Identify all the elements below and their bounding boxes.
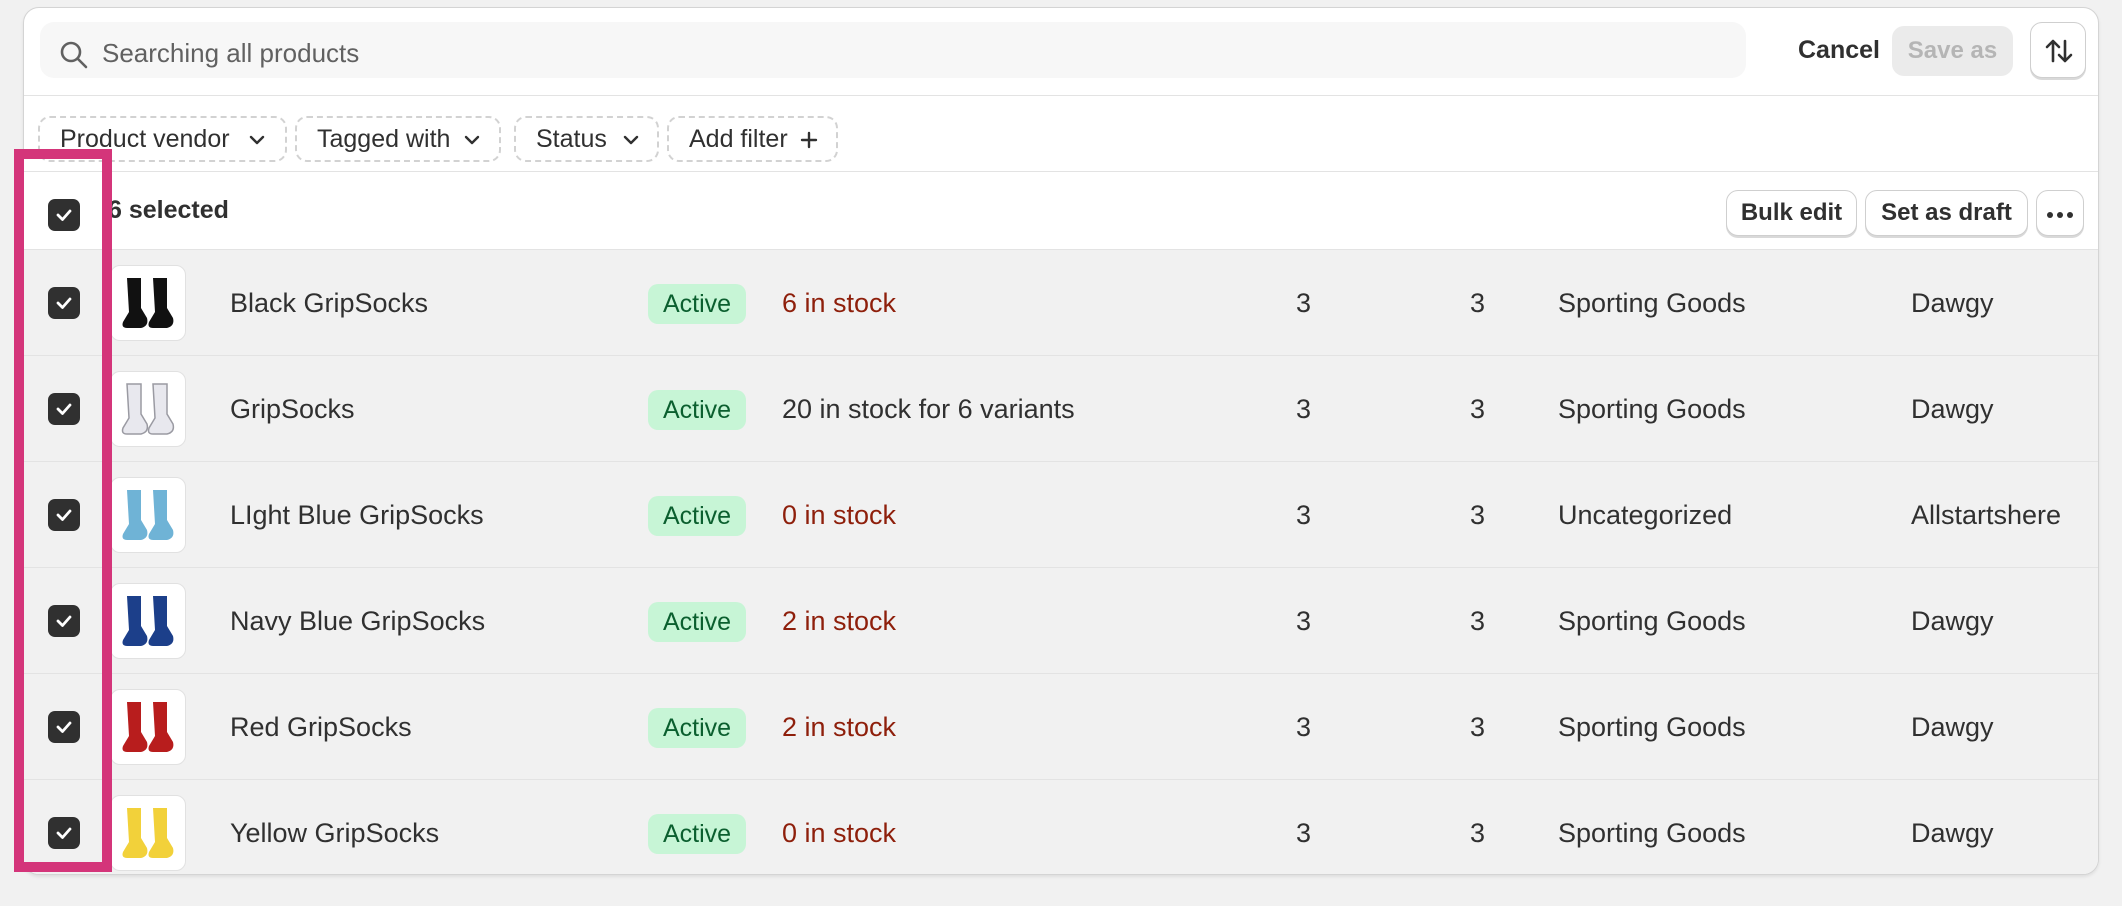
product-name[interactable]: Yellow GripSocks (230, 818, 439, 849)
products-card: Searching all products Cancel Save as Pr… (23, 7, 2099, 875)
product-thumbnail[interactable] (110, 265, 186, 341)
sock-image-icon (122, 808, 174, 858)
status-badge: Active (648, 390, 747, 430)
sales-channels-count: 3 (1296, 818, 1312, 848)
selected-count: 6 selected (108, 196, 229, 224)
table-row[interactable]: LIght Blue GripSocks Active 0 in stock 3… (24, 462, 2098, 568)
category-text: Sporting Goods (1558, 394, 1746, 424)
filter-label: Tagged with (317, 125, 451, 153)
sales-channels-count: 3 (1296, 712, 1312, 742)
filter-label: Status (536, 125, 607, 153)
product-name[interactable]: GripSocks (230, 394, 355, 425)
sock-image-icon (122, 490, 174, 540)
chevron-down-icon (623, 135, 639, 145)
product-thumbnail[interactable] (110, 795, 186, 871)
status-badge: Active (648, 814, 747, 854)
markets-count: 3 (1470, 606, 1486, 636)
more-actions-button[interactable] (2036, 190, 2084, 236)
product-name[interactable]: Black GripSocks (230, 288, 428, 319)
product-thumbnail[interactable] (110, 689, 186, 765)
sock-image-icon (122, 702, 174, 752)
product-name[interactable]: Red GripSocks (230, 712, 412, 743)
search-input[interactable]: Searching all products (40, 22, 1746, 78)
inventory-text: 20 in stock for 6 variants (782, 394, 1075, 424)
cancel-button[interactable]: Cancel (1784, 24, 1894, 76)
vendor-text: Dawgy (1911, 818, 1994, 848)
search-icon (60, 41, 88, 69)
sock-image-icon (122, 278, 174, 328)
sock-image-icon (122, 596, 174, 646)
inventory-text: 6 in stock (782, 288, 897, 318)
table-row[interactable]: Yellow GripSocks Active 0 in stock 3 3 S… (24, 780, 2098, 874)
search-placeholder: Searching all products (102, 38, 360, 68)
filter-status[interactable]: Status (514, 116, 659, 162)
product-list: Black GripSocks Active 6 in stock 3 3 Sp… (24, 250, 2098, 874)
table-row[interactable]: Red GripSocks Active 2 in stock 3 3 Spor… (24, 674, 2098, 780)
product-thumbnail[interactable] (110, 583, 186, 659)
status-badge: Active (648, 708, 747, 748)
product-name[interactable]: Navy Blue GripSocks (230, 606, 485, 637)
filter-bar: Product vendor Tagged with Status Add fi… (24, 96, 2098, 172)
vendor-text: Dawgy (1911, 288, 1994, 318)
table-row[interactable]: Navy Blue GripSocks Active 2 in stock 3 … (24, 568, 2098, 674)
set-as-draft-button[interactable]: Set as draft (1865, 190, 2028, 236)
more-horizontal-icon (2047, 212, 2073, 218)
markets-count: 3 (1470, 818, 1486, 848)
status-badge: Active (648, 496, 747, 536)
category-text: Sporting Goods (1558, 712, 1746, 742)
vendor-text: Allstartshere (1911, 500, 2062, 530)
status-badge: Active (648, 284, 747, 324)
add-filter-button[interactable]: Add filter (667, 116, 838, 162)
filter-tagged-with[interactable]: Tagged with (295, 116, 501, 162)
inventory-text: 0 in stock (782, 818, 897, 848)
markets-count: 3 (1470, 288, 1486, 318)
markets-count: 3 (1470, 394, 1486, 424)
product-thumbnail[interactable] (110, 477, 186, 553)
sales-channels-count: 3 (1296, 394, 1312, 424)
sort-button[interactable] (2030, 22, 2086, 78)
sock-image-icon (121, 383, 175, 435)
markets-count: 3 (1470, 712, 1486, 742)
search-bar-row: Searching all products Cancel Save as (24, 8, 2098, 96)
chevron-down-icon (464, 135, 480, 145)
bulk-edit-button[interactable]: Bulk edit (1726, 190, 1857, 236)
table-row[interactable]: GripSocks Active 20 in stock for 6 varia… (24, 356, 2098, 462)
inventory-text: 2 in stock (782, 606, 897, 636)
chevron-down-icon (249, 135, 265, 145)
markets-count: 3 (1470, 500, 1486, 530)
table-row[interactable]: Black GripSocks Active 6 in stock 3 3 Sp… (24, 250, 2098, 356)
plus-icon (800, 131, 818, 149)
inventory-text: 2 in stock (782, 712, 897, 742)
save-as-button[interactable]: Save as (1892, 26, 2013, 76)
category-text: Sporting Goods (1558, 818, 1746, 848)
product-name[interactable]: LIght Blue GripSocks (230, 500, 484, 531)
sales-channels-count: 3 (1296, 606, 1312, 636)
checkbox-column-highlight (14, 149, 112, 872)
inventory-text: 0 in stock (782, 500, 897, 530)
vendor-text: Dawgy (1911, 712, 1994, 742)
category-text: Sporting Goods (1558, 606, 1746, 636)
sort-arrows-icon (2045, 39, 2073, 63)
category-text: Uncategorized (1558, 500, 1733, 530)
product-thumbnail[interactable] (110, 371, 186, 447)
vendor-text: Dawgy (1911, 606, 1994, 636)
category-text: Sporting Goods (1558, 288, 1746, 318)
bulk-actions-bar: 6 selected Bulk edit Set as draft (24, 172, 2098, 250)
vendor-text: Dawgy (1911, 394, 1994, 424)
sales-channels-count: 3 (1296, 500, 1312, 530)
status-badge: Active (648, 602, 747, 642)
filter-label: Add filter (689, 125, 788, 153)
sales-channels-count: 3 (1296, 288, 1312, 318)
